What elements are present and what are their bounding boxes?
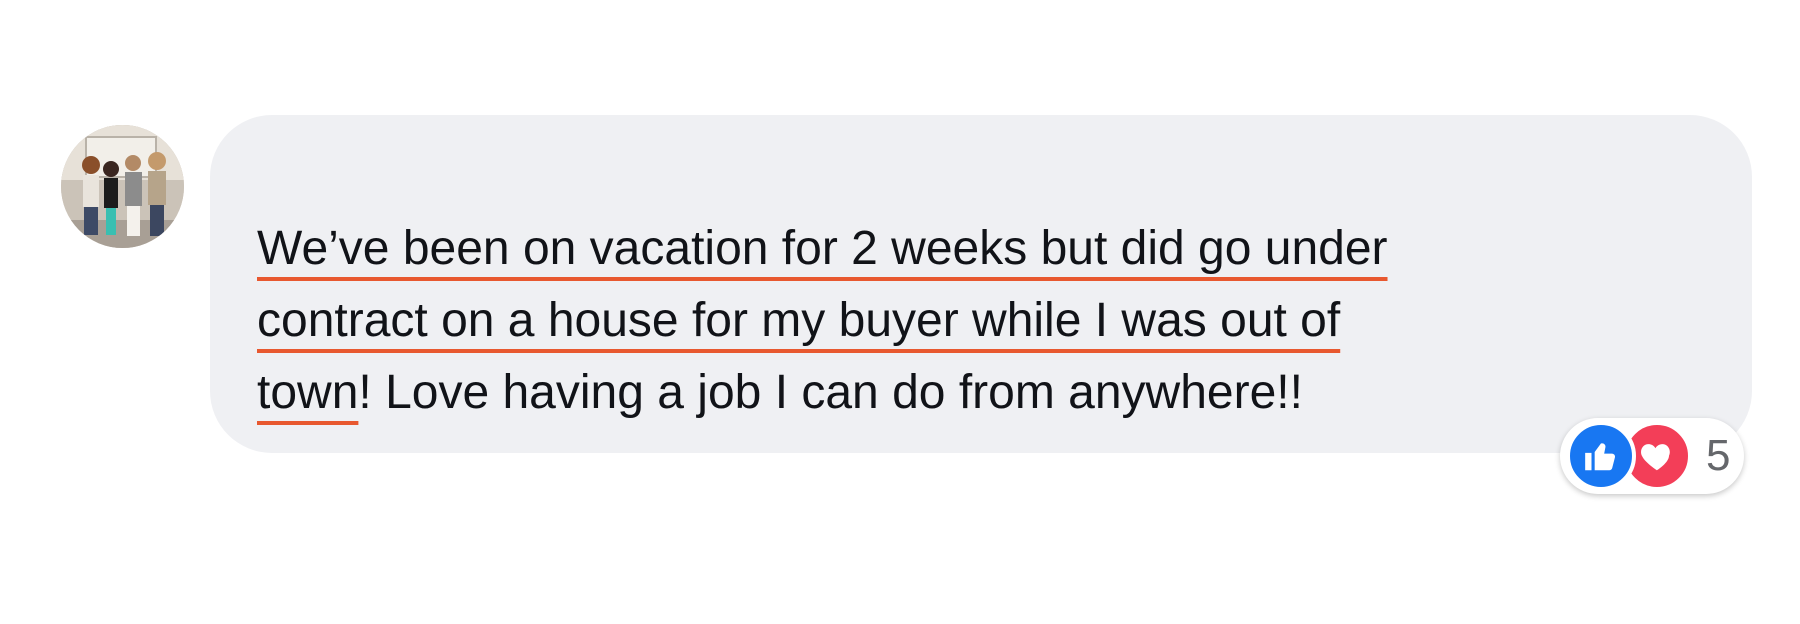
comment-bubble: We’ve been on vacation for 2 weeks but d… bbox=[210, 115, 1752, 453]
profile-photo bbox=[61, 125, 184, 248]
reactions-summary[interactable]: 5 bbox=[1560, 418, 1745, 494]
highlighted-text: town bbox=[257, 366, 359, 419]
comment-line: contract on a house for my buyer while I… bbox=[257, 285, 1727, 357]
comment-text: We’ve been on vacation for 2 weeks but d… bbox=[257, 213, 1727, 429]
highlighted-text: We’ve been on vacation for 2 weeks but d… bbox=[257, 222, 1388, 275]
comment-line: town! Love having a job I can do from an… bbox=[257, 357, 1727, 429]
reaction-count: 5 bbox=[1706, 431, 1731, 480]
like-icon bbox=[1566, 421, 1636, 491]
comment-line: We’ve been on vacation for 2 weeks but d… bbox=[257, 213, 1727, 285]
highlighted-text: contract on a house for my buyer while I… bbox=[257, 294, 1341, 347]
avatar[interactable] bbox=[61, 125, 184, 248]
plain-text: ! Love having a job I can do from anywhe… bbox=[358, 366, 1303, 419]
